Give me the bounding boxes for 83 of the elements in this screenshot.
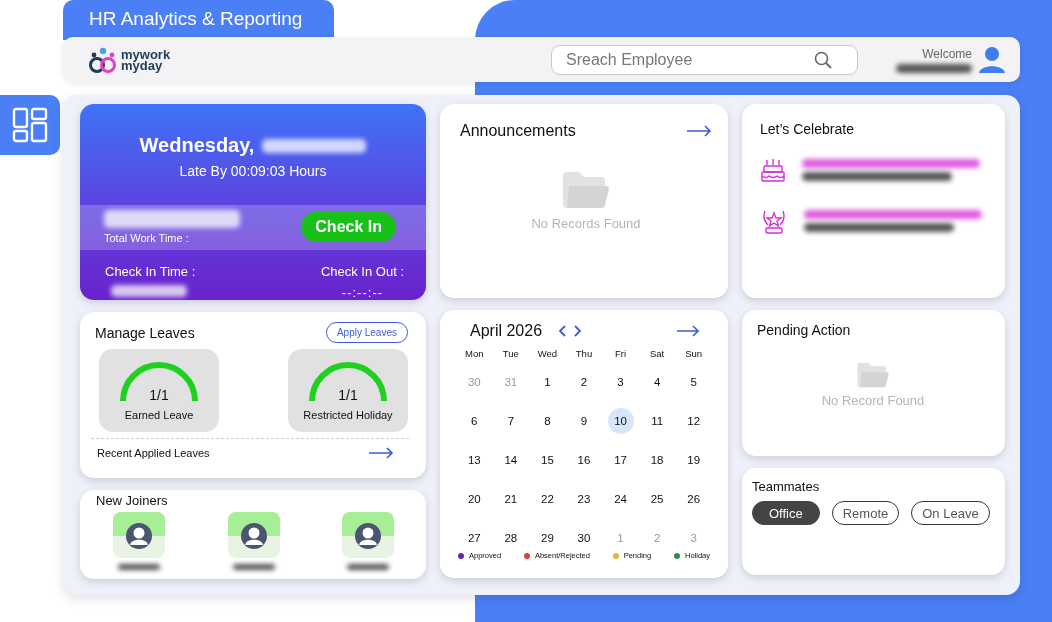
card-title: Pending Action bbox=[757, 322, 851, 338]
calendar-day[interactable]: 6 bbox=[461, 407, 488, 434]
total-work-label: Total Work Time : bbox=[104, 232, 190, 245]
leave-type-label: Earned Leave bbox=[124, 409, 194, 421]
cake-icon bbox=[760, 157, 786, 183]
calendar-day[interactable]: 17 bbox=[607, 446, 634, 473]
calendar-day[interactable]: 14 bbox=[497, 446, 524, 473]
calendar-day[interactable]: 7 bbox=[497, 407, 524, 434]
weekday-label: Tue bbox=[501, 348, 520, 361]
arrow-right-icon[interactable] bbox=[676, 325, 700, 337]
leave-count: 1/1 bbox=[149, 387, 169, 403]
calendar-day[interactable]: 9 bbox=[571, 407, 597, 434]
search-icon bbox=[814, 50, 832, 69]
card-title: Manage Leaves bbox=[95, 324, 195, 341]
filter-tab[interactable]: Office bbox=[752, 501, 820, 525]
calendar-day[interactable]: 30 bbox=[571, 524, 597, 551]
empty-message: No Records Found bbox=[531, 216, 641, 231]
next-icon[interactable] bbox=[573, 325, 583, 337]
previous-icon[interactable] bbox=[558, 325, 568, 337]
side-tab[interactable] bbox=[0, 95, 60, 155]
calendar-day[interactable]: 10 bbox=[607, 407, 634, 434]
weekday-label: Thu bbox=[574, 348, 594, 361]
calendar-day[interactable]: 28 bbox=[497, 524, 524, 551]
user-avatar-icon[interactable] bbox=[978, 44, 1006, 75]
folder-icon bbox=[561, 170, 611, 210]
late-label: Late By 00:09:03 Hours bbox=[179, 163, 327, 179]
calendar-day[interactable]: 18 bbox=[644, 446, 671, 473]
logo-text: mywork bbox=[121, 48, 171, 60]
calendar-day[interactable]: 2 bbox=[571, 368, 597, 395]
calendar-day[interactable]: 1 bbox=[534, 368, 561, 395]
calendar-day[interactable]: 21 bbox=[497, 485, 524, 512]
calendar-day[interactable]: 22 bbox=[534, 485, 561, 512]
calendar-day[interactable]: 19 bbox=[680, 446, 707, 473]
arrow-right-icon[interactable] bbox=[368, 447, 394, 459]
calendar-day[interactable]: 4 bbox=[644, 368, 671, 395]
card-title: New Joiners bbox=[96, 493, 169, 508]
calendar-day[interactable]: 23 bbox=[571, 485, 597, 512]
calendar-day[interactable]: 3 bbox=[607, 368, 634, 395]
avatar-icon[interactable] bbox=[342, 512, 394, 558]
leave-type-label: Restricted Holiday bbox=[303, 409, 393, 421]
folder-icon bbox=[856, 361, 890, 389]
avatar-icon[interactable] bbox=[227, 512, 280, 558]
check-out-label: Check In Out : bbox=[320, 264, 404, 279]
weekday-label: Mon bbox=[464, 348, 485, 361]
calendar-day[interactable]: 29 bbox=[534, 524, 561, 551]
check-out-value: --:--:-- bbox=[341, 285, 384, 300]
calendar-day[interactable]: 16 bbox=[571, 446, 597, 473]
calendar-day[interactable]: 11 bbox=[644, 407, 671, 434]
calendar-day[interactable]: 13 bbox=[461, 446, 488, 473]
calendar-day[interactable]: 12 bbox=[680, 407, 707, 434]
calendar-day[interactable]: 26 bbox=[680, 485, 707, 512]
filter-tab[interactable]: Remote bbox=[831, 501, 900, 525]
month-title: April 2026 bbox=[470, 322, 543, 340]
calendar-day[interactable]: 24 bbox=[607, 485, 634, 512]
weekday-label: Fri bbox=[614, 348, 628, 361]
blurred-text bbox=[232, 564, 275, 570]
filter-tab[interactable]: On Leave bbox=[911, 501, 990, 525]
calendar-day[interactable]: 5 bbox=[680, 368, 707, 395]
card-title: Teammates bbox=[752, 479, 820, 494]
welcome-label: Welcome bbox=[922, 46, 972, 61]
calendar-day[interactable]: 15 bbox=[534, 446, 561, 473]
calendar-day[interactable]: 8 bbox=[534, 407, 561, 434]
calendar-day[interactable]: 25 bbox=[644, 485, 671, 512]
blurred-text bbox=[118, 564, 160, 570]
calendar-day[interactable]: 27 bbox=[461, 524, 488, 551]
dashboard-icon bbox=[12, 107, 48, 143]
card-title: Let’s Celebrate bbox=[760, 121, 855, 137]
leave-count: 1/1 bbox=[338, 387, 358, 403]
check-in-label: Check In Time : bbox=[105, 264, 196, 279]
weekday-label: Sun bbox=[684, 348, 704, 361]
avatar-icon[interactable] bbox=[113, 512, 165, 558]
recent-leaves-label: Recent Applied Leaves bbox=[97, 447, 210, 459]
apply-leaves-button[interactable]: Apply Leaves bbox=[325, 322, 408, 343]
card-title: Announcements bbox=[460, 122, 576, 140]
empty-message: No Record Found bbox=[821, 393, 925, 408]
weekday-label: Wed bbox=[536, 348, 559, 361]
search-field[interactable]: Sreach Employee bbox=[551, 44, 858, 75]
calendar-day[interactable]: 20 bbox=[461, 485, 488, 512]
day-label: Wednesday, bbox=[139, 134, 255, 157]
weekday-label: Sat bbox=[649, 348, 666, 361]
people-logo-icon bbox=[87, 46, 119, 73]
arrow-right-icon[interactable] bbox=[686, 125, 712, 137]
blurred-text bbox=[347, 564, 389, 570]
